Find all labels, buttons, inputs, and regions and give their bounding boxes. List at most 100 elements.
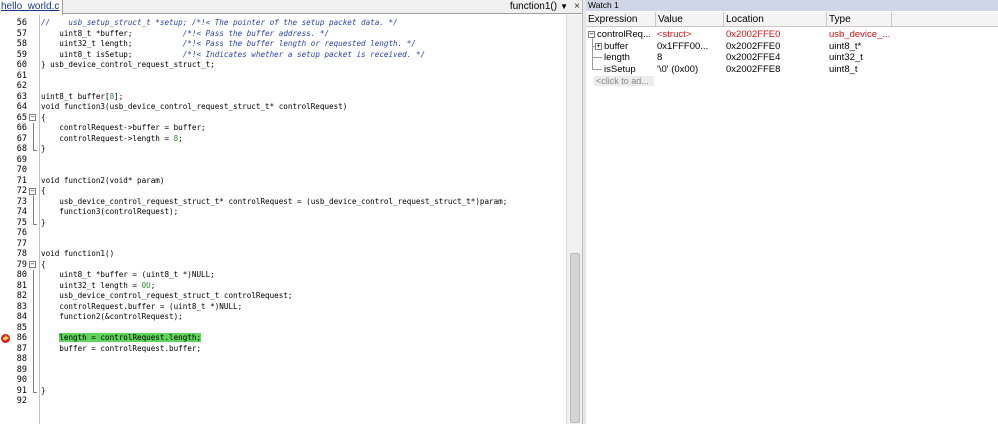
watch-row[interactable]: controlReq... <struct> 0x2002FFE0 usb_devic… — [586, 29, 998, 40]
line-number[interactable]: 89 — [0, 365, 27, 376]
line-number[interactable]: 66 — [0, 123, 27, 134]
line-number[interactable]: 70 — [0, 165, 27, 176]
line-number[interactable]: 60 — [0, 60, 27, 71]
line-number-gutter[interactable]: 56 57 58 59 60 61 62 63 64 65 66 67 68 69 70 71 72 73 74 75… — [0, 15, 28, 424]
line-number[interactable]: 82 — [0, 291, 27, 302]
line-number[interactable]: 75 — [0, 218, 27, 229]
close-icon[interactable]: × — [574, 0, 580, 13]
watch-value-cell[interactable]: 0x1FFF00... — [657, 41, 724, 52]
code-line[interactable]: usb_device_control_request_struct_t cont… — [41, 291, 292, 302]
code-line[interactable]: function2(&controlRequest); — [41, 312, 182, 323]
code-line[interactable]: } — [41, 386, 46, 397]
line-number[interactable]: 81 — [0, 281, 27, 292]
function-selector[interactable]: function1() ▼ — [510, 0, 568, 13]
code-area[interactable]: // usb_setup_struct_t *setup; /*!< The p… — [41, 15, 566, 424]
watch-expression-cell[interactable]: isSetup — [604, 64, 656, 75]
code-line[interactable]: { — [41, 113, 46, 124]
column-header-expression[interactable]: Expression — [586, 12, 656, 27]
watch-value-cell[interactable]: <struct> — [657, 29, 724, 40]
code-line[interactable]: controlRequest->length = 8; — [41, 133, 182, 145]
expand-icon[interactable]: + — [595, 42, 602, 50]
code-token: uint8_t *buffer = (uint8_t *)NULL; — [41, 270, 215, 279]
code-line[interactable]: // usb_setup_struct_t *setup; /*!< The p… — [41, 18, 398, 29]
watch-expression-cell[interactable]: buffer — [604, 41, 656, 52]
line-number[interactable]: 79 — [0, 260, 27, 271]
line-number[interactable]: 87 — [0, 344, 27, 355]
code-line[interactable]: function3(controlRequest); — [41, 207, 178, 218]
code-line[interactable]: } — [41, 218, 46, 229]
code-line[interactable]: uint8_t *buffer; /*!< Pass the buffer ad… — [41, 29, 329, 40]
line-number[interactable]: 78 — [0, 249, 27, 260]
line-number[interactable]: 63 — [0, 92, 27, 103]
column-header-location[interactable]: Location — [724, 12, 827, 27]
column-header-value[interactable]: Value — [656, 12, 724, 27]
line-number[interactable]: 77 — [0, 239, 27, 250]
code-token: controlRequest->length = — [41, 133, 174, 143]
code-line[interactable]: buffer = controlRequest.buffer; — [41, 344, 201, 355]
line-number[interactable]: 62 — [0, 81, 27, 92]
line-number[interactable]: 84 — [0, 312, 27, 323]
watch-expression-cell[interactable]: length — [604, 52, 656, 63]
code-line[interactable]: controlRequest.buffer = (uint8_t *)NULL; — [41, 302, 242, 313]
code-line[interactable]: controlRequest->buffer = buffer; — [41, 123, 205, 134]
line-number[interactable]: 88 — [0, 354, 27, 365]
line-number[interactable]: 83 — [0, 302, 27, 313]
editor-vertical-scrollbar[interactable] — [566, 15, 582, 424]
line-number[interactable]: 80 — [0, 270, 27, 281]
watch-row[interactable]: length 8 0x2002FFE4 uint32_t — [586, 52, 998, 63]
code-line[interactable]: void function1() — [41, 249, 114, 260]
line-number[interactable]: 61 — [0, 71, 27, 82]
execution-pointer-icon[interactable] — [1, 334, 10, 343]
code-line[interactable]: uint8_t buffer[8]; — [41, 92, 123, 103]
line-number[interactable]: 59 — [0, 50, 27, 61]
collapse-icon[interactable]: − — [29, 261, 36, 268]
collapse-icon[interactable]: − — [588, 31, 595, 38]
line-number[interactable]: 73 — [0, 197, 27, 208]
watch-value-cell[interactable]: 8 — [657, 52, 724, 63]
line-number[interactable]: 67 — [0, 134, 27, 145]
line-number[interactable]: 76 — [0, 228, 27, 239]
add-expression-cell[interactable]: <click to ad... — [594, 76, 654, 86]
watch-value-cell[interactable]: '\0' (0x00) — [657, 64, 724, 75]
code-line[interactable]: length = controlRequest.length; — [41, 333, 202, 344]
code-line[interactable]: uint32_t length = 0U; — [41, 281, 155, 292]
line-number[interactable]: 57 — [0, 29, 27, 40]
line-number[interactable]: 74 — [0, 207, 27, 218]
code-line[interactable]: usb_device_control_request_struct_t* con… — [41, 197, 507, 208]
collapse-icon[interactable]: − — [29, 187, 36, 195]
code-token: ]; — [114, 91, 124, 101]
code-line[interactable]: { — [41, 260, 46, 271]
code-line[interactable]: void function3(usb_device_control_reques… — [41, 102, 347, 113]
line-number[interactable]: 91 — [0, 386, 27, 397]
code-line[interactable]: uint8_t *buffer = (uint8_t *)NULL; — [41, 270, 215, 281]
scrollbar-thumb[interactable] — [570, 253, 580, 423]
code-line[interactable]: uint8_t isSetup; /*!< Indicates whether … — [41, 50, 425, 61]
collapse-icon[interactable]: − — [29, 114, 36, 121]
tree-connector — [592, 57, 602, 58]
line-number[interactable]: 64 — [0, 102, 27, 113]
line-number[interactable]: 56 — [0, 18, 27, 29]
watch-row[interactable]: isSetup '\0' (0x00) 0x2002FFE8 uint8_t — [586, 64, 998, 75]
line-number[interactable]: 85 — [0, 323, 27, 334]
watch-location-cell: 0x2002FFE0 — [726, 29, 781, 40]
watch-expression-cell[interactable]: controlReq... — [597, 29, 656, 40]
code-line[interactable]: } — [41, 144, 46, 155]
line-number[interactable]: 68 — [0, 144, 27, 155]
watch-type-cell: usb_device_... — [829, 29, 891, 40]
line-number[interactable]: 58 — [0, 39, 27, 50]
line-number[interactable]: 92 — [0, 396, 27, 407]
line-number[interactable]: 90 — [0, 375, 27, 386]
watch-row[interactable]: buffer 0x1FFF00... 0x2002FFE0 uint8_t* + — [586, 41, 998, 52]
watch-location-cell: 0x2002FFE8 — [726, 63, 781, 75]
line-number[interactable]: 69 — [0, 155, 27, 166]
file-tab[interactable]: hello_world.c — [0, 0, 64, 15]
column-header-type[interactable]: Type — [827, 12, 892, 27]
code-line[interactable]: void function2(void* param) — [41, 176, 164, 187]
line-number[interactable]: 71 — [0, 176, 27, 187]
code-line[interactable]: uint32_t length; /*!< Pass the buffer le… — [41, 39, 416, 50]
code-token: usb_device_control_request_struct_t* con… — [41, 196, 508, 206]
line-number[interactable]: 72 — [0, 186, 27, 197]
code-line[interactable]: { — [41, 186, 46, 197]
code-line[interactable]: } usb_device_control_request_struct_t; — [41, 60, 215, 71]
line-number[interactable]: 65 — [0, 113, 27, 124]
